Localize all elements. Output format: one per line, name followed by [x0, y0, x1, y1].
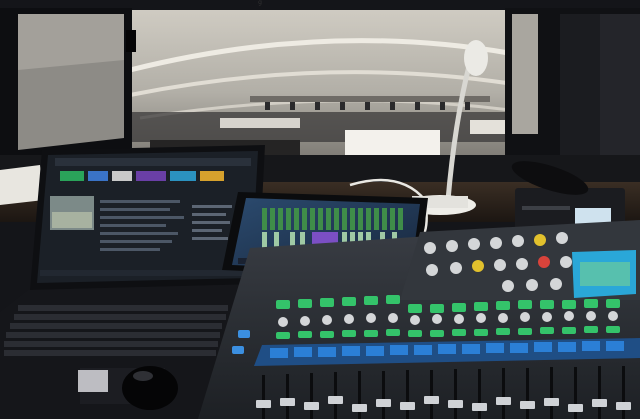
left-window-pane — [0, 8, 136, 170]
top-text-fragment: g — [258, 0, 262, 6]
window-view — [129, 10, 521, 162]
photo-illustration: msi — [0, 0, 640, 419]
paper-sheet — [0, 165, 44, 205]
photo-scene: g — [0, 0, 640, 419]
mixing-console — [198, 220, 640, 419]
window-handle — [126, 30, 136, 52]
laptop-sticker — [78, 370, 108, 392]
